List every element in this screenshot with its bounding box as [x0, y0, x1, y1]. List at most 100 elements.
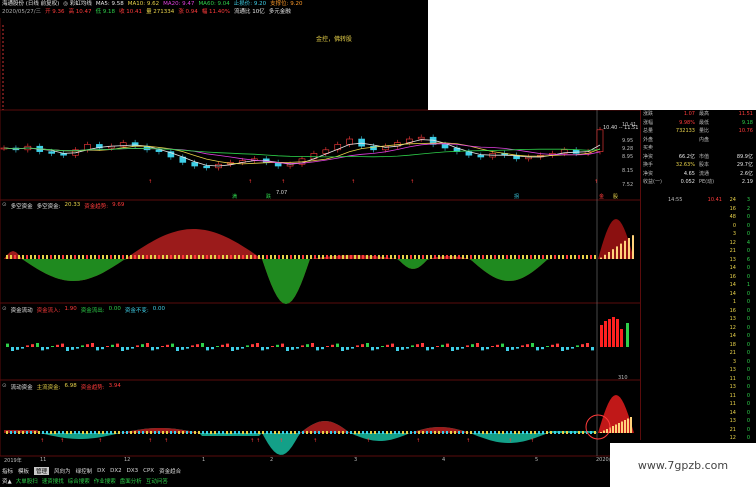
- panel1-bar: [632, 235, 634, 259]
- tick-cell: [668, 324, 692, 333]
- panel2-bar: [451, 347, 454, 351]
- panel2-bar: [516, 347, 519, 349]
- panel-gear-icon[interactable]: ⊙: [2, 306, 7, 314]
- tick-cell: 16: [729, 205, 736, 212]
- panel2-bar: [36, 343, 39, 347]
- quote-table: 涨跌 1.07 最高 11.51 涨幅 9.98% 最低 9.18 总量 732133 量比 10.7…: [641, 110, 756, 187]
- panel2-bar: [316, 347, 319, 351]
- quote-key: 最低: [699, 119, 710, 126]
- panel1-bar: [146, 255, 148, 259]
- panel3-bar: [526, 431, 528, 434]
- indicator-tab[interactable]: 风向为: [54, 467, 71, 475]
- panel3-bar: [578, 431, 580, 434]
- tick-cell: 3: [732, 358, 736, 365]
- panel1-bar: [438, 255, 440, 259]
- tick-row: 14:55 10.41 24 3: [668, 196, 756, 205]
- panel3-bar: [34, 431, 36, 434]
- tick-cell: [668, 213, 692, 222]
- panel3-bar: [10, 431, 12, 434]
- panel2-bar: [381, 346, 384, 347]
- panel1-bar: [586, 255, 588, 259]
- tick-cell: [668, 230, 692, 239]
- panel2-bar: [246, 345, 249, 347]
- panel3-bar: [318, 431, 320, 434]
- panel2-bar: [356, 345, 359, 347]
- panel1-bar: [354, 255, 356, 259]
- panel1-bar: [162, 255, 164, 259]
- tick-cell: 0: [732, 222, 736, 229]
- buy-arrow: ↑: [351, 179, 355, 185]
- panel1-bar: [66, 255, 68, 259]
- panel1-bar: [102, 255, 104, 259]
- panel1-bar: [190, 255, 192, 259]
- panel3-bar: [498, 431, 500, 434]
- panel3-bar: [538, 431, 540, 434]
- panel2-bar: [576, 345, 579, 347]
- panel2-bar: [436, 346, 439, 347]
- panel2-bar: [591, 347, 594, 351]
- indicator-tab[interactable]: 模板: [18, 467, 29, 475]
- function-tab[interactable]: 资▲: [2, 477, 12, 485]
- panel2-bar: [366, 343, 369, 347]
- indicator-tab[interactable]: 资金趋合: [159, 467, 181, 475]
- indicator-tab[interactable]: CPX: [143, 468, 154, 474]
- panel2-bar: [511, 347, 514, 350]
- panel3-bar: [246, 431, 248, 434]
- indicator-tab[interactable]: 指标: [2, 467, 13, 475]
- panel2-bar: [106, 346, 109, 347]
- indicator-tab[interactable]: 管理: [34, 466, 50, 475]
- tick-list[interactable]: 14:55 10.41 24 3 16 2 48 0 0 0 3 0 12 4 21 0 13 6 14 0 16 0 14…: [668, 196, 756, 451]
- panel1-bar: [122, 255, 124, 259]
- panel2-bar: [526, 344, 529, 347]
- panel1-bar: [374, 255, 376, 259]
- panel3-bar: [612, 426, 614, 433]
- panel2-bar: [466, 345, 469, 347]
- tick-row: 11 0: [668, 375, 756, 384]
- panel1-bar: [34, 255, 36, 259]
- tick-cell: [692, 307, 722, 316]
- function-tab[interactable]: 作业搜索: [94, 477, 116, 485]
- tick-cell: 0: [746, 350, 750, 356]
- panel3-bar: [534, 431, 536, 434]
- panel3-bar: [574, 431, 576, 434]
- panel-gear-icon[interactable]: ⊙: [2, 383, 7, 391]
- indicator-tab[interactable]: 绿控制: [76, 467, 93, 475]
- panel-value: 资金趋势:: [80, 385, 105, 391]
- function-tab[interactable]: 速资搜找: [42, 477, 64, 485]
- tick-cell: 0: [746, 290, 750, 297]
- quote-value: 732133: [675, 128, 695, 134]
- function-tab[interactable]: 互动问答: [146, 477, 168, 485]
- indicator-tab[interactable]: DX3: [127, 468, 139, 474]
- panel3-bar: [298, 431, 300, 434]
- panel1-bar: [620, 243, 622, 259]
- panel3-bar: [294, 431, 296, 434]
- indicator-tab[interactable]: DX2: [110, 468, 122, 474]
- panel1-bar: [154, 255, 156, 259]
- panel1-bar: [522, 255, 524, 259]
- panel1-bar: [306, 255, 308, 259]
- function-tab[interactable]: 综合搜索: [68, 477, 90, 485]
- panel3-bar: [242, 431, 244, 434]
- quote-value: 66.2亿: [678, 153, 695, 160]
- panel1-bar: [612, 249, 614, 259]
- indicator-tab[interactable]: DX: [97, 468, 105, 474]
- panel3-header: ⊙ 流动资金 主流资金: 6.98 资金趋势: 3.94: [2, 383, 121, 391]
- panel1-bar: [158, 255, 160, 259]
- panel3-bar: [118, 431, 120, 434]
- panel3-bar: [374, 431, 376, 434]
- panel3-bar: [330, 431, 332, 434]
- panel3-bar: [402, 431, 404, 434]
- panel2-bar: [376, 347, 379, 350]
- panel3-bar: [270, 431, 272, 434]
- panel-gear-icon[interactable]: ⊙: [2, 202, 7, 210]
- quote-key: 股本: [699, 162, 710, 168]
- function-tab[interactable]: 大单股扫: [16, 477, 38, 485]
- panel2-bar: [346, 347, 349, 350]
- panel2-bar: [536, 347, 539, 351]
- panel1-bar: [90, 255, 92, 259]
- panel2-bar: [71, 347, 74, 350]
- tick-cell: 16: [729, 307, 736, 314]
- function-tab[interactable]: 盘面分析: [120, 477, 142, 485]
- panel3-bar: [198, 431, 200, 434]
- panel1-bar: [506, 255, 508, 259]
